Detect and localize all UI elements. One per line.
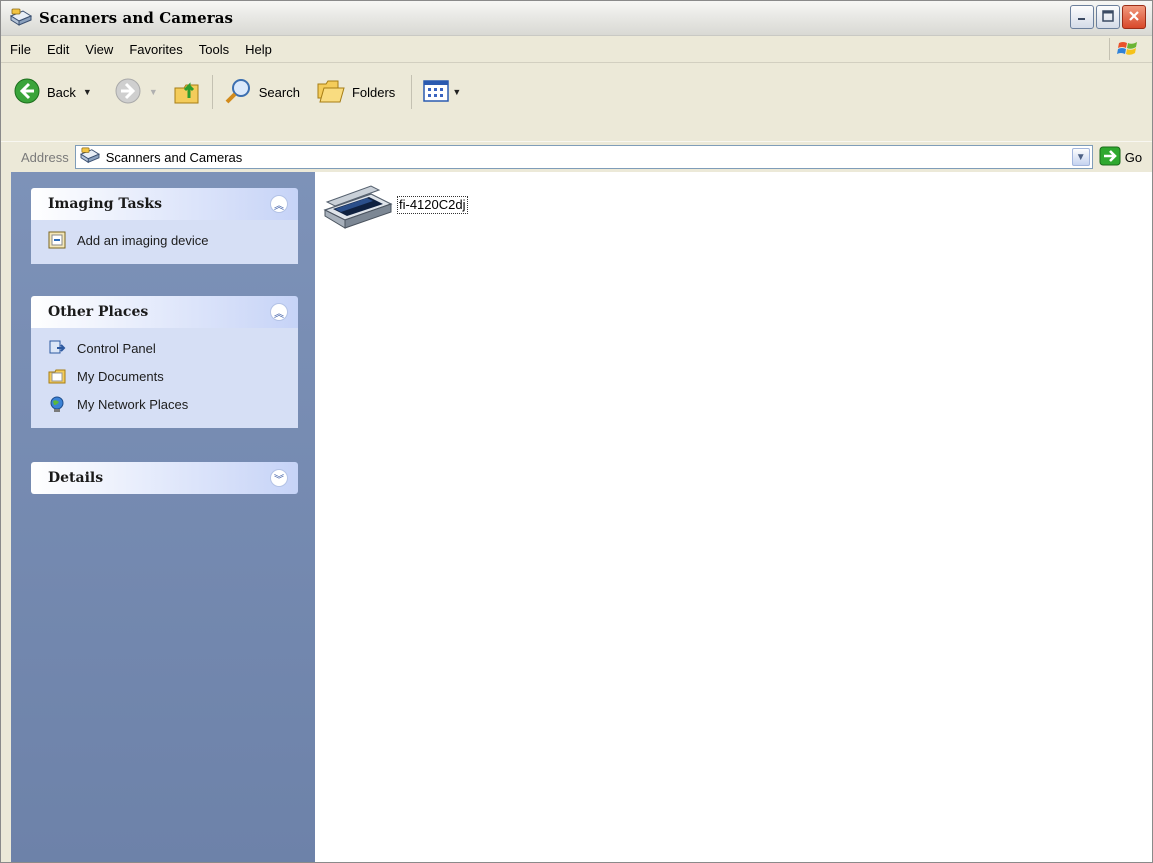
forward-button[interactable]: ▼	[110, 74, 162, 110]
maximize-icon	[1101, 9, 1115, 26]
scanner-camera-icon	[9, 7, 35, 29]
task-add-imaging-device[interactable]: Add an imaging device	[31, 226, 298, 254]
toolbar-separator	[211, 75, 213, 109]
imaging-tasks-title: Imaging Tasks	[48, 196, 162, 212]
back-dropdown-icon[interactable]: ▼	[83, 87, 92, 97]
other-places-header[interactable]: Other Places ︽	[31, 296, 298, 328]
menu-help[interactable]: Help	[237, 42, 280, 57]
place-control-panel[interactable]: Control Panel	[31, 334, 298, 362]
place-label: Control Panel	[77, 340, 156, 356]
go-label: Go	[1124, 149, 1143, 165]
explorer-window: Scanners and Cameras File Edit View Favo…	[0, 0, 1153, 863]
minimize-icon	[1076, 10, 1088, 25]
imaging-tasks-body: Add an imaging device	[31, 220, 298, 264]
go-button[interactable]: Go	[1099, 146, 1142, 169]
folders-icon	[316, 78, 346, 107]
file-list-pane[interactable]: fi-4120C2dj	[315, 172, 1152, 862]
address-label: Address	[21, 149, 69, 165]
add-device-icon	[47, 230, 67, 250]
imaging-tasks-group: Imaging Tasks ︽ Add an imaging device	[31, 188, 298, 264]
my-documents-icon	[47, 366, 67, 386]
task-pane	[11, 172, 315, 862]
go-arrow-icon	[1099, 146, 1121, 169]
imaging-tasks-header[interactable]: Imaging Tasks ︽	[31, 188, 298, 220]
folders-button[interactable]: Folders	[312, 74, 399, 110]
windows-logo-icon	[1109, 38, 1146, 60]
place-label: My Network Places	[77, 396, 189, 412]
window-controls	[1070, 5, 1146, 29]
forward-arrow-icon	[114, 77, 142, 108]
search-icon	[223, 76, 253, 109]
toolbar-separator	[411, 75, 413, 109]
other-places-group: Other Places ︽ Control Panel My Document…	[31, 296, 298, 428]
place-my-documents[interactable]: My Documents	[31, 362, 298, 390]
network-places-icon	[47, 394, 67, 414]
close-icon	[1127, 9, 1141, 26]
views-button[interactable]: ▼	[418, 74, 465, 110]
menu-favorites[interactable]: Favorites	[121, 42, 190, 57]
place-my-network-places[interactable]: My Network Places	[31, 390, 298, 418]
address-bar: Address Scanners and Cameras ▼ Go	[1, 141, 1152, 173]
task-label: Add an imaging device	[77, 232, 209, 248]
address-value: Scanners and Cameras	[105, 149, 243, 165]
place-label: My Documents	[77, 368, 164, 384]
expand-chevron-icon[interactable]: ︾	[270, 469, 288, 487]
back-button[interactable]: Back ▼	[9, 74, 96, 110]
scanner-icon	[321, 184, 395, 233]
window-title: Scanners and Cameras	[39, 9, 234, 27]
address-dropdown-icon[interactable]: ▼	[1071, 148, 1090, 166]
collapse-chevron-icon[interactable]: ︽	[270, 195, 288, 213]
minimize-button[interactable]	[1070, 5, 1094, 29]
up-folder-icon	[172, 76, 202, 109]
device-label: fi-4120C2dj	[397, 196, 468, 214]
back-arrow-icon	[13, 77, 41, 108]
standard-toolbar: Back ▼ ▼ Search Folders ▼	[1, 63, 1152, 148]
close-button[interactable]	[1122, 5, 1146, 29]
search-label: Search	[258, 84, 300, 100]
details-title: Details	[48, 470, 104, 486]
search-button[interactable]: Search	[219, 74, 304, 110]
menu-tools[interactable]: Tools	[191, 42, 237, 57]
details-header[interactable]: Details ︾	[31, 462, 298, 494]
maximize-button[interactable]	[1096, 5, 1120, 29]
control-panel-icon	[47, 338, 67, 358]
menu-edit[interactable]: Edit	[39, 42, 77, 57]
menu-file[interactable]: File	[1, 42, 39, 57]
menu-view[interactable]: View	[77, 42, 121, 57]
forward-dropdown-icon[interactable]: ▼	[149, 87, 158, 97]
collapse-chevron-icon[interactable]: ︽	[270, 303, 288, 321]
device-item[interactable]: fi-4120C2dj	[321, 184, 468, 233]
folders-label: Folders	[351, 84, 396, 100]
details-group: Details ︾	[31, 462, 298, 494]
address-field[interactable]: Scanners and Cameras ▼	[74, 145, 1093, 169]
menu-bar: File Edit View Favorites Tools Help	[1, 36, 1152, 63]
other-places-title: Other Places	[48, 304, 149, 320]
up-folder-button[interactable]	[168, 74, 206, 110]
views-dropdown-icon[interactable]: ▼	[452, 87, 461, 97]
title-bar[interactable]: Scanners and Cameras	[1, 1, 1152, 36]
other-places-body: Control Panel My Documents My Network Pl…	[31, 328, 298, 428]
back-label: Back	[47, 84, 76, 100]
scanner-camera-icon	[79, 147, 101, 168]
views-icon	[422, 79, 450, 106]
